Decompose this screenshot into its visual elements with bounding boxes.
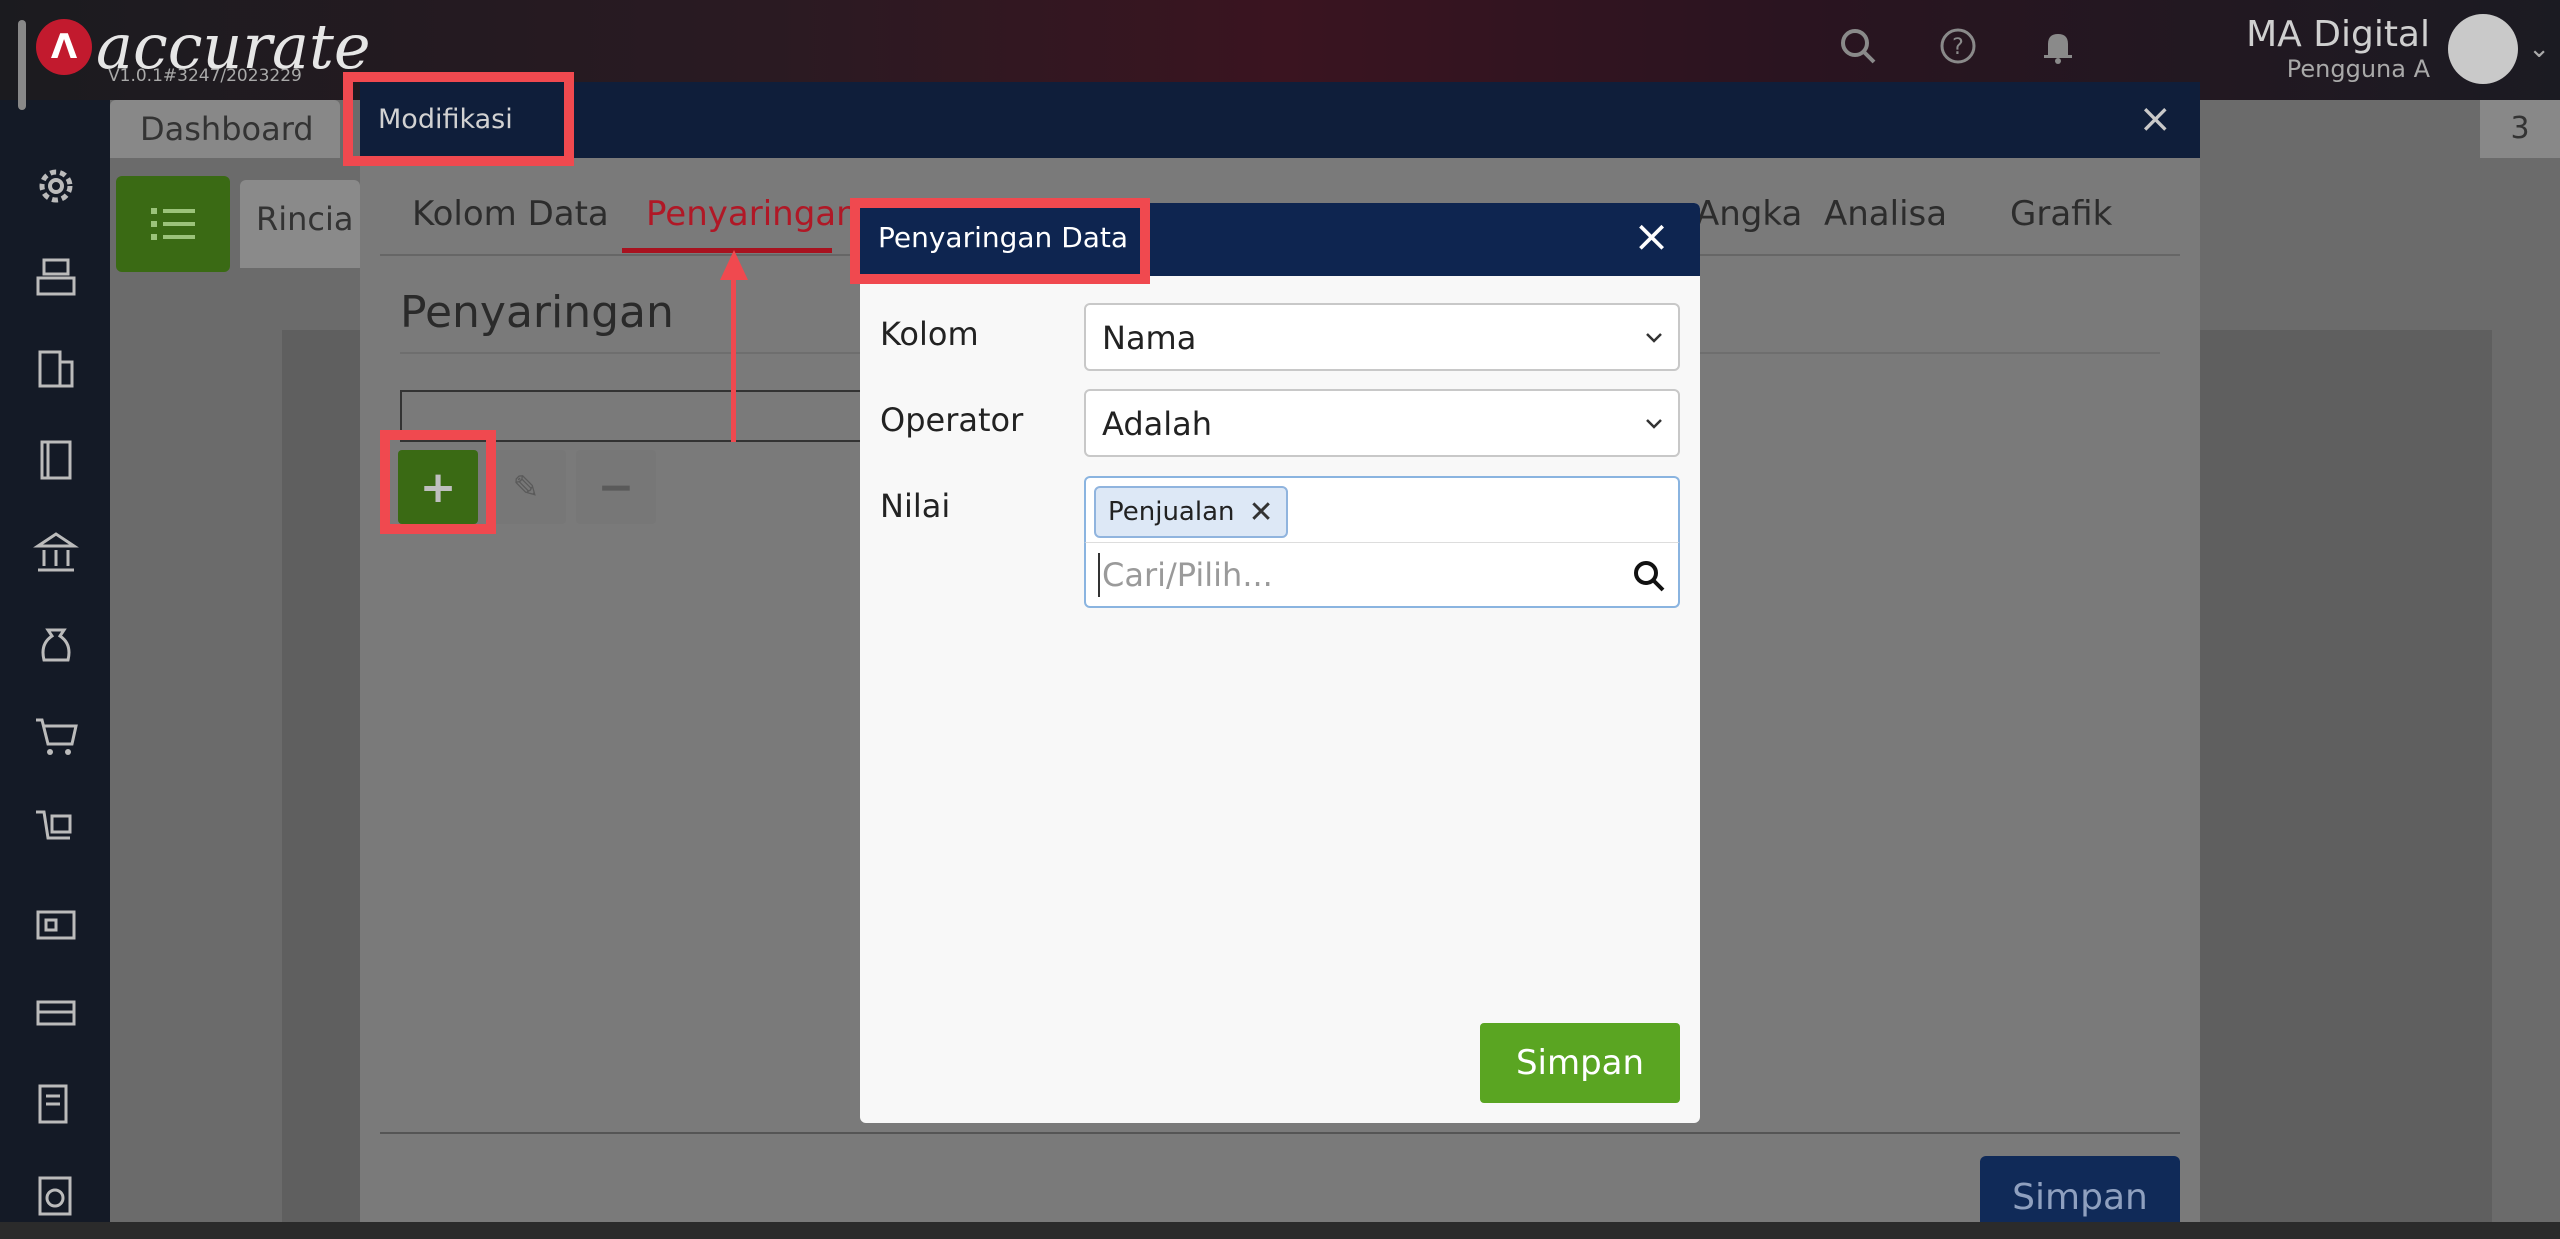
edit-filter-button[interactable]: ✎ (486, 450, 566, 524)
tab-rincian[interactable]: Rincia (240, 180, 360, 268)
chevron-down-icon (1646, 333, 1662, 343)
bank-icon[interactable] (30, 526, 82, 578)
cart-icon[interactable] (30, 710, 82, 762)
user-role: Pengguna A (2286, 55, 2430, 83)
arrow-shaft (731, 270, 736, 442)
remove-filter-button[interactable]: − (576, 450, 656, 524)
inventory-icon[interactable] (30, 986, 82, 1038)
penyaringan-data-dialog: Penyaringan Data × Kolom Nama Operator A… (860, 203, 1700, 1123)
nilai-tag: Penjualan ✕ (1094, 486, 1288, 538)
money-bag-icon[interactable] (30, 618, 82, 670)
tab-analisa[interactable]: Analisa (1824, 194, 1947, 234)
highlight-modifikasi (343, 72, 574, 166)
sidebar (0, 20, 110, 1239)
version-text: V1.0.1#3247/2023229 (108, 66, 302, 86)
report-icon[interactable] (30, 1078, 82, 1130)
bell-icon[interactable] (2036, 26, 2080, 70)
kolom-value: Nama (1102, 319, 1197, 357)
divider (380, 1132, 2180, 1134)
tab-kolom-data[interactable]: Kolom Data (412, 194, 609, 234)
highlight-add-button (380, 430, 496, 534)
help-icon[interactable]: ? (1936, 26, 1980, 70)
chart-icon[interactable] (30, 1170, 82, 1222)
cash-register-icon[interactable] (30, 250, 82, 302)
gear-icon[interactable] (30, 160, 82, 212)
section-title: Penyaringan (400, 287, 674, 338)
logo-icon: Λ (36, 18, 92, 75)
operator-label: Operator (880, 401, 1024, 439)
tab-penyaringan[interactable]: Penyaringan (646, 194, 858, 234)
avatar[interactable] (2448, 14, 2518, 84)
tag-remove-icon[interactable]: ✕ (1249, 495, 1274, 530)
operator-value: Adalah (1102, 405, 1213, 443)
nilai-tag-field[interactable]: Penjualan ✕ (1084, 476, 1680, 542)
close-icon[interactable]: × (2138, 96, 2172, 142)
modifikasi-header: Modifikasi × (360, 82, 2200, 158)
close-icon[interactable]: × (1633, 211, 1670, 262)
search-input[interactable] (1098, 553, 1618, 597)
warehouse-icon[interactable] (30, 894, 82, 946)
list-menu-button[interactable] (116, 176, 230, 272)
chevron-down-icon (1646, 419, 1662, 429)
tab-angka[interactable]: Angka (1696, 194, 1802, 234)
kolom-label: Kolom (880, 315, 979, 353)
dialog-save-button[interactable]: Simpan (1480, 1023, 1680, 1103)
tab-dashboard[interactable]: Dashboard (110, 100, 340, 158)
purchase-icon[interactable] (30, 802, 82, 854)
search-icon[interactable] (1632, 559, 1666, 593)
tab-grafik[interactable]: Grafik (2010, 194, 2112, 234)
highlight-dialog-title (850, 198, 1150, 284)
book-icon[interactable] (30, 434, 82, 486)
user-info[interactable]: MA Digital Pengguna A (2246, 14, 2430, 83)
company-name: MA Digital (2246, 14, 2430, 55)
tag-label: Penjualan (1108, 497, 1235, 527)
svg-text:?: ? (1952, 35, 1964, 60)
chevron-down-icon[interactable]: ⌄ (2528, 34, 2550, 64)
sidebar-scroll-handle[interactable] (18, 20, 26, 110)
kolom-select[interactable]: Nama (1084, 303, 1680, 371)
search-icon[interactable] (1836, 26, 1880, 70)
tab-count[interactable]: 3 (2480, 100, 2560, 158)
nilai-search-box (1084, 542, 1680, 608)
building-icon[interactable] (30, 342, 82, 394)
operator-select[interactable]: Adalah (1084, 389, 1680, 457)
nilai-label: Nilai (880, 487, 951, 525)
bottom-bar (0, 1222, 2560, 1239)
